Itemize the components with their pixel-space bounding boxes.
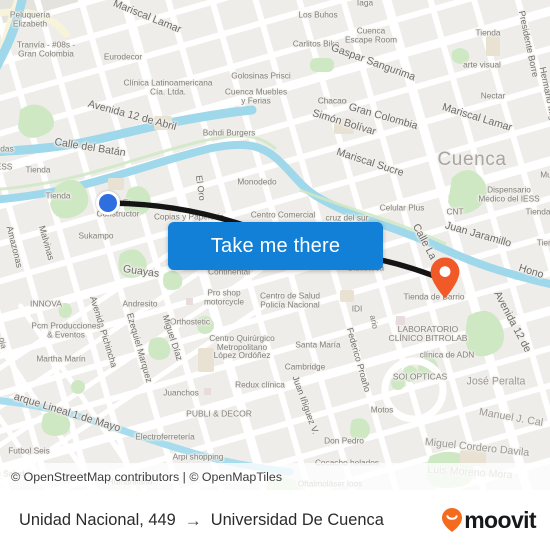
trip-summary: Unidad Nacional, 449 → Universidad De Cu… [19,511,441,530]
trip-footer: Unidad Nacional, 449 → Universidad De Cu… [0,490,550,550]
moovit-trip-map-screen: Peluquería Elizabeth Tranvía - #08s - Gra… [0,0,550,550]
origin-label: Unidad Nacional, 449 [19,510,176,529]
moovit-wordmark: moovit [464,506,536,533]
start-dot-marker[interactable] [96,191,120,215]
moovit-pin-icon [442,508,463,532]
attribution-text[interactable]: © OpenStreetMap contributors | © OpenMap… [11,470,282,484]
arrow-right-icon: → [184,510,202,530]
moovit-logo[interactable]: moovit [441,506,537,534]
destination-pin-marker[interactable] [429,256,461,300]
take-me-there-label: Take me there [210,234,341,257]
map-viewport[interactable]: Peluquería Elizabeth Tranvía - #08s - Gra… [0,0,550,490]
take-me-there-button[interactable]: Take me there [168,222,383,270]
map-attribution-bar: © OpenStreetMap contributors | © OpenMap… [0,463,550,490]
destination-label: Universidad De Cuenca [210,510,384,529]
